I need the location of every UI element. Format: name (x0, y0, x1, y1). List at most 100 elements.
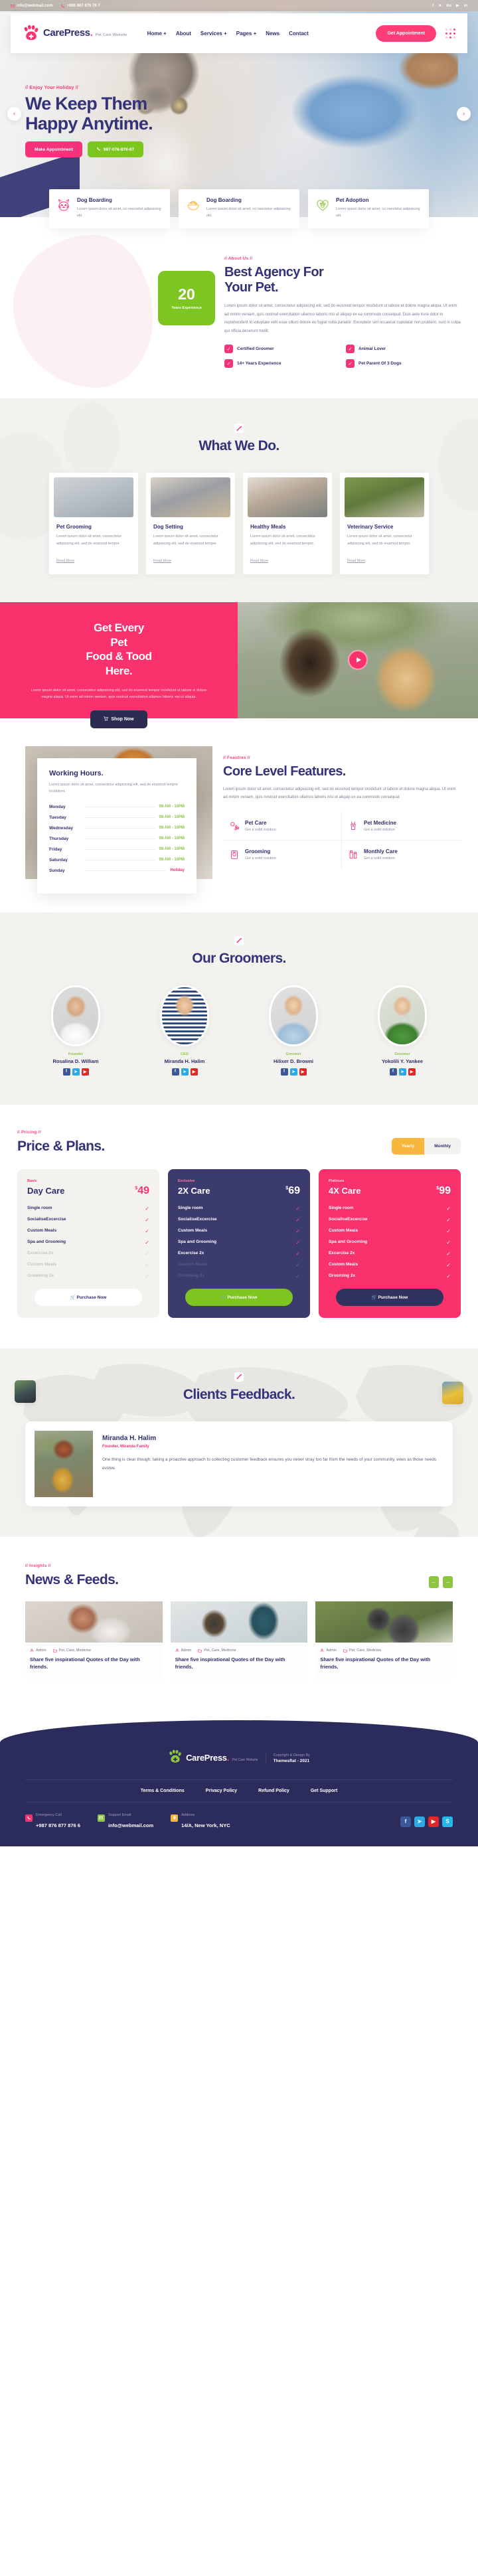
service-feature-card[interactable]: Veterinary Service Lorem ipsum dolor sit… (340, 473, 429, 574)
monthly-care-icon (347, 848, 359, 860)
twitter-icon[interactable]: ➤ (414, 1816, 425, 1827)
youtube-icon[interactable]: ▶ (299, 1068, 307, 1076)
service-feature-card[interactable]: Healthy Meals Lorem ipsum dolor sit amet… (243, 473, 332, 574)
check-icon: ✓ (446, 1261, 451, 1268)
plan-name: 2X Care (178, 1185, 210, 1196)
facebook-icon[interactable]: f (171, 1068, 179, 1076)
footer-contact-email[interactable]: Support Email info@webmail.com (97, 1813, 153, 1830)
read-more-link[interactable]: Read More (153, 559, 171, 563)
food-bowl-icon (185, 197, 201, 213)
feature-item[interactable]: Pet Medicine Get a solid solution (342, 812, 461, 841)
make-appointment-button[interactable]: Make Appointment (25, 141, 82, 158)
nav-item-pages[interactable]: Pages + (236, 31, 256, 37)
read-more-link[interactable]: Read More (250, 559, 268, 563)
footer-link-support[interactable]: Get Support (311, 1789, 337, 1793)
service-card[interactable]: Pet Adoption Lorem ipsum dolor sit amet,… (308, 189, 429, 229)
facebook-icon[interactable]: f (280, 1068, 288, 1076)
footer-link-refund[interactable]: Refund Policy (258, 1789, 289, 1793)
nav-item-home[interactable]: Home + (147, 31, 167, 37)
read-more-link[interactable]: Read More (347, 559, 365, 563)
hero-content: // Enjoy Your Holiday // We Keep Them Ha… (25, 86, 153, 158)
toggle-yearly[interactable]: Yearly (391, 1137, 425, 1155)
card-desc: Lorem ipsum dolor sit amet, consectetur … (250, 534, 315, 546)
service-feature-card[interactable]: Pet Grooming Lorem ipsum dolor sit amet,… (49, 473, 138, 574)
linkedin-icon[interactable]: in (464, 4, 467, 8)
service-card-title: Pet Adoption (336, 197, 369, 203)
groomer-card[interactable]: CEO Miranda H. Halim f ➤ ▶ (134, 985, 235, 1076)
hero-prev-arrow[interactable]: ‹ (7, 107, 21, 121)
topbar-phone[interactable]: +096 987 876 76 7 (60, 3, 100, 8)
groomer-card[interactable]: Groomer Yokolili Y. Yankee f ➤ ▶ (352, 985, 453, 1076)
site-header: CarePress. Pet Care Website Home + About… (11, 13, 467, 53)
service-card[interactable]: Dog Boarding Lorem ipsum dolor sit amet,… (49, 189, 170, 229)
check-icon: ✓ (145, 1205, 149, 1212)
youtube-icon[interactable]: ▶ (408, 1068, 416, 1076)
youtube-icon[interactable]: ▶ (456, 3, 459, 8)
behance-icon[interactable]: Be (446, 4, 451, 8)
groomer-card[interactable]: Founder Rosalina D. William f ➤ ▶ (25, 985, 126, 1076)
footer-link-terms[interactable]: Terms & Conditions (141, 1789, 185, 1793)
feature-item[interactable]: Pet Care Get a solid solution (223, 812, 342, 841)
twitter-icon[interactable]: ➤ (438, 3, 441, 8)
service-card[interactable]: Dog Boarding Lorem ipsum dolor sit amet,… (179, 189, 299, 229)
topbar-email[interactable]: info@webmail.com (11, 4, 53, 8)
toggle-monthly[interactable]: Monthly (424, 1138, 461, 1155)
pet-care-icon (228, 820, 240, 832)
news-image (170, 1601, 308, 1643)
purchase-button[interactable]: 🛒 Purchase Now (185, 1288, 293, 1306)
site-footer: CarePress. Pet Care Website Copyright & … (0, 1712, 478, 1846)
twitter-icon[interactable]: ➤ (72, 1068, 80, 1076)
groomer-card[interactable]: Groomer Hilixer D. Browni f ➤ ▶ (243, 985, 344, 1076)
hero-next-arrow[interactable]: › (457, 107, 471, 121)
topbar-phone-text: +096 987 876 76 7 (66, 3, 100, 8)
facebook-icon[interactable]: f (389, 1068, 397, 1076)
youtube-icon[interactable]: ▶ (81, 1068, 89, 1076)
check-icon: ✓ (446, 1205, 451, 1212)
groomer-social: f ➤ ▶ (134, 1068, 235, 1076)
purchase-button[interactable]: 🛒 Purchase Now (35, 1288, 142, 1306)
nav-item-services[interactable]: Services + (200, 31, 227, 37)
hours-time: 08 AM - 10PM (159, 847, 185, 852)
youtube-icon[interactable]: ▶ (428, 1816, 439, 1827)
nav-item-contact[interactable]: Contact (289, 31, 309, 37)
hero-phone-button[interactable]: 987-076-876-87 (87, 141, 144, 158)
news-prev-button[interactable]: ← (429, 1575, 439, 1588)
facebook-icon[interactable]: f (62, 1068, 70, 1076)
nav-item-news[interactable]: News (266, 31, 279, 37)
skype-icon[interactable]: S (442, 1816, 453, 1827)
shop-now-button[interactable]: Shop Now (90, 710, 147, 729)
plan-feature-row: Spa and Grooming ✓ (178, 1239, 300, 1246)
nav-item-about[interactable]: About (176, 31, 191, 37)
purchase-button[interactable]: 🛒 Purchase Now (336, 1288, 443, 1306)
groomer-avatar (160, 985, 209, 1046)
read-more-link[interactable]: Read More (56, 559, 74, 563)
news-meta: Admin Pet, Care, Medicine (315, 1643, 453, 1656)
facebook-icon[interactable]: f (400, 1816, 411, 1827)
footer-link-privacy[interactable]: Privacy Policy (206, 1789, 237, 1793)
testimonial-name: Miranda H. Halim (102, 1434, 157, 1442)
youtube-icon[interactable]: ▶ (190, 1068, 198, 1076)
feature-item[interactable]: Grooming Get a solid solution (223, 841, 342, 869)
menu-dots-icon[interactable] (445, 28, 455, 39)
checklist-label: Certified Groomer (237, 347, 274, 352)
twitter-icon[interactable]: ➤ (181, 1068, 189, 1076)
news-card[interactable]: Admin Pet, Care, Medicine Share five ins… (25, 1601, 163, 1680)
play-button[interactable] (348, 650, 368, 671)
news-card[interactable]: Admin Pet, Care, Medicine Share five ins… (315, 1601, 453, 1680)
twitter-icon[interactable]: ➤ (398, 1068, 406, 1076)
plan-price: $69 (285, 1184, 300, 1196)
feature-item[interactable]: Monthly Care Get a solid solution (342, 841, 461, 868)
site-logo[interactable]: CarePress. Pet Care Website (23, 25, 127, 42)
footer-logo[interactable]: CarePress. Pet Care Website (168, 1749, 258, 1767)
footer-contact-address[interactable]: Address 14/A, New York, NYC (171, 1813, 230, 1830)
get-appointment-button[interactable]: Get Appointment (376, 25, 436, 42)
footer-contact-phone[interactable]: Emergency Call +987 876 877 876 6 (25, 1813, 80, 1830)
twitter-icon[interactable]: ➤ (289, 1068, 297, 1076)
service-feature-card[interactable]: Dog Setting Lorem ipsum dolor sit amet, … (146, 473, 235, 574)
bone-icon (234, 935, 244, 945)
groomers-section: Our Groomers. Founder Rosalina D. Willia… (0, 912, 478, 1105)
facebook-icon[interactable]: f (432, 4, 434, 8)
news-card[interactable]: Admin Pet, Care, Medicine Share five ins… (170, 1601, 308, 1680)
news-next-button[interactable]: → (443, 1575, 453, 1588)
pricing-section: // Pricing // Price & Plans. Yearly Mont… (0, 1104, 478, 1348)
